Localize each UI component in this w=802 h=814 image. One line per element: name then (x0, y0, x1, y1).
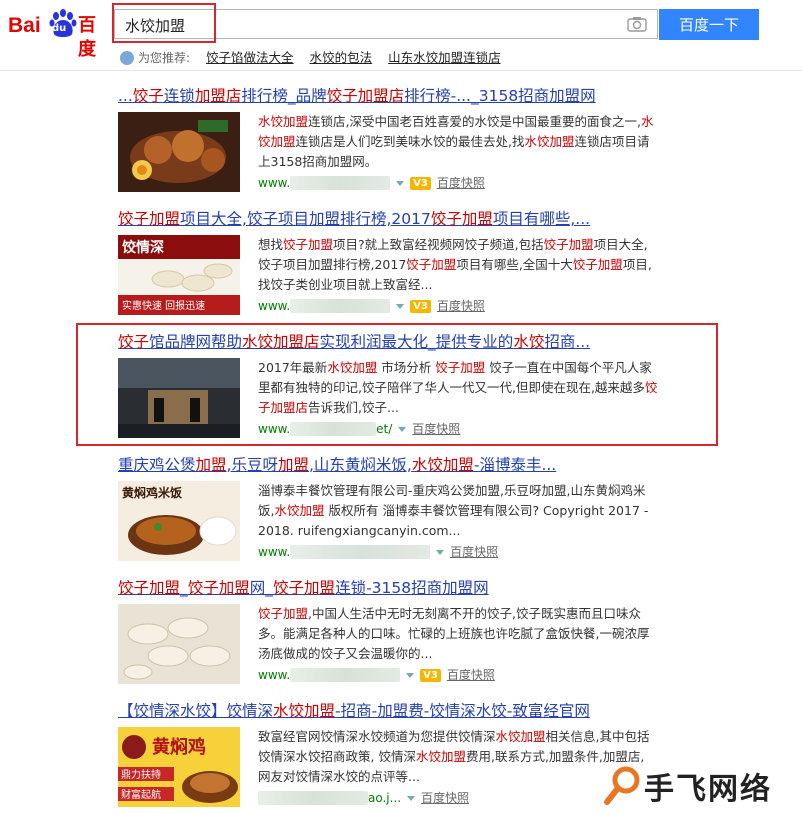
thumb-text: 黄焖鸡米饭 (122, 485, 182, 500)
watermark-text: 手飞网络 (644, 772, 772, 807)
search-result: 【饺情深水饺】饺情深水饺加盟-招商-加盟费-饺情深水饺-致富经官网 黄焖鸡 鼎力… (118, 701, 678, 813)
recommend-bar: 为您推荐: 饺子馅做法大全 水饺的包法 山东水饺加盟连锁店 (120, 49, 517, 67)
logo-text-du: du (52, 23, 67, 34)
url-blur (290, 299, 391, 313)
thumb-text: 鼎力扶持 (121, 768, 161, 781)
result-url[interactable]: www. V3 百度快照 (258, 298, 485, 314)
result-description: 2017年最新水饺加盟 市场分析 饺子加盟 饺子一直在中国每个平凡人家里都有独特… (258, 360, 658, 415)
url-blur (290, 545, 431, 559)
result-url[interactable]: ao.j... 百度快照 (258, 790, 469, 806)
result-description: 淄博泰丰餐饮管理有限公司-重庆鸡公煲加盟,乐豆呀加盟,山东黄焖鸡米饭,水饺加盟 … (258, 483, 649, 538)
recommend-link[interactable]: 饺子馅做法大全 (206, 50, 294, 65)
search-result: 饺子加盟_饺子加盟网_饺子加盟连锁-3158招商加盟网 饺子加盟,中国人生活中无… (118, 578, 678, 690)
result-description: 致富经官网饺情深水饺频道为您提供饺情深水饺加盟相关信息,其中包括饺情深水饺招商政… (258, 729, 650, 784)
recommend-icon (120, 51, 134, 65)
logo-text-cn: 百度 (78, 15, 96, 60)
dropdown-caret-icon[interactable] (396, 181, 405, 186)
result-title[interactable]: ...饺子连锁加盟店排行榜_品牌饺子加盟店排行榜-..._3158招商加盟网 (118, 86, 596, 106)
snapshot-link[interactable]: 百度快照 (421, 791, 469, 805)
result-thumbnail[interactable]: 黄焖鸡 鼎力扶持 财富起航 (118, 727, 240, 807)
recommend-link[interactable]: 水饺的包法 (310, 50, 373, 65)
dropdown-caret-icon[interactable] (398, 427, 407, 432)
result-title[interactable]: 饺子加盟_饺子加盟网_饺子加盟连锁-3158招商加盟网 (118, 578, 489, 598)
url-blur (290, 668, 401, 682)
search-result: 饺子加盟项目大全,饺子项目加盟排行榜,2017饺子加盟项目有哪些,... 饺情深… (118, 209, 678, 321)
dropdown-caret-icon[interactable] (436, 550, 445, 555)
result-title[interactable]: 饺子加盟项目大全,饺子项目加盟排行榜,2017饺子加盟项目有哪些,... (118, 209, 590, 229)
camera-icon[interactable] (627, 16, 647, 32)
dropdown-caret-icon[interactable] (406, 673, 415, 678)
magnifier-logo-icon (604, 766, 640, 805)
url-blur (290, 422, 377, 436)
logo-text-bai: Bai (8, 14, 41, 37)
thumb-text: 黄焖鸡 (152, 736, 206, 758)
result-url[interactable]: www. V3 百度快照 (258, 175, 485, 191)
url-blur (290, 176, 391, 190)
result-title[interactable]: 【饺情深水饺】饺情深水饺加盟-招商-加盟费-饺情深水饺-致富经官网 (118, 701, 590, 721)
dropdown-caret-icon[interactable] (407, 796, 416, 801)
thumb-text: 实惠快速 回报迅速 (122, 299, 205, 312)
snapshot-link[interactable]: 百度快照 (437, 176, 485, 190)
result-title[interactable]: 饺子馆品牌网帮助水饺加盟店实现利润最大化_提供专业的水饺招商... (118, 332, 590, 352)
result-url-prefix: www. (258, 545, 291, 559)
result-url-prefix: www. (258, 299, 291, 313)
result-url-suffix: ao.j... (368, 791, 402, 805)
snapshot-link[interactable]: 百度快照 (412, 422, 460, 436)
result-url[interactable]: www. et/百度快照 (258, 421, 460, 437)
snapshot-link[interactable]: 百度快照 (447, 668, 495, 682)
thumb-text: 饺情深 (122, 239, 164, 256)
search-result: ...饺子连锁加盟店排行榜_品牌饺子加盟店排行榜-..._3158招商加盟网 水… (118, 86, 678, 198)
result-title[interactable]: 重庆鸡公煲加盟,乐豆呀加盟,山东黄焖米饭,水饺加盟-淄博泰丰... (118, 455, 556, 475)
result-url[interactable]: www. V3 百度快照 (258, 667, 495, 683)
result-url[interactable]: www. 百度快照 (258, 544, 498, 560)
result-thumbnail[interactable] (118, 358, 240, 438)
result-url-prefix: www. (258, 668, 291, 682)
result-url-prefix: www. (258, 176, 291, 190)
baidu-logo[interactable]: Bai du 百度 (8, 8, 112, 60)
snapshot-link[interactable]: 百度快照 (450, 545, 498, 559)
result-description: 水饺加盟连锁店,深受中国老百姓喜爱的水饺是中国最重要的面食之一,水饺加盟连锁店是… (258, 114, 654, 169)
v3-badge[interactable]: V3 (410, 300, 431, 313)
result-thumbnail[interactable]: 饺情深 实惠快速 回报迅速 (118, 235, 240, 315)
url-blur (258, 791, 368, 805)
recommend-link[interactable]: 山东水饺加盟连锁店 (388, 50, 501, 65)
snapshot-link[interactable]: 百度快照 (437, 299, 485, 313)
dropdown-caret-icon[interactable] (396, 304, 405, 309)
header-divider (0, 70, 802, 71)
search-result: 重庆鸡公煲加盟,乐豆呀加盟,山东黄焖米饭,水饺加盟-淄博泰丰... 黄焖鸡米饭 … (118, 455, 678, 567)
result-thumbnail[interactable] (118, 604, 240, 684)
search-result: 饺子馆品牌网帮助水饺加盟店实现利润最大化_提供专业的水饺招商... 2017年最… (118, 332, 678, 444)
v3-badge[interactable]: V3 (420, 669, 441, 682)
thumb-text: 财富起航 (121, 788, 161, 801)
query-highlight-box (112, 3, 216, 43)
result-description: 饺子加盟,中国人生活中无时无刻离不开的饺子,饺子既实惠而且口味众多。能满足各种人… (258, 606, 650, 661)
search-button[interactable]: 百度一下 (659, 9, 759, 40)
result-description: 想找饺子加盟项目?就上致富经视频网饺子频道,包括饺子加盟项目大全,饺子项目加盟排… (258, 237, 652, 292)
result-thumbnail[interactable]: 黄焖鸡米饭 (118, 481, 240, 561)
result-url-prefix: www. (258, 422, 291, 436)
result-url-suffix: et/ (376, 422, 393, 436)
recommend-label: 为您推荐: (138, 51, 191, 65)
result-thumbnail[interactable] (118, 112, 240, 192)
v3-badge[interactable]: V3 (410, 177, 431, 190)
